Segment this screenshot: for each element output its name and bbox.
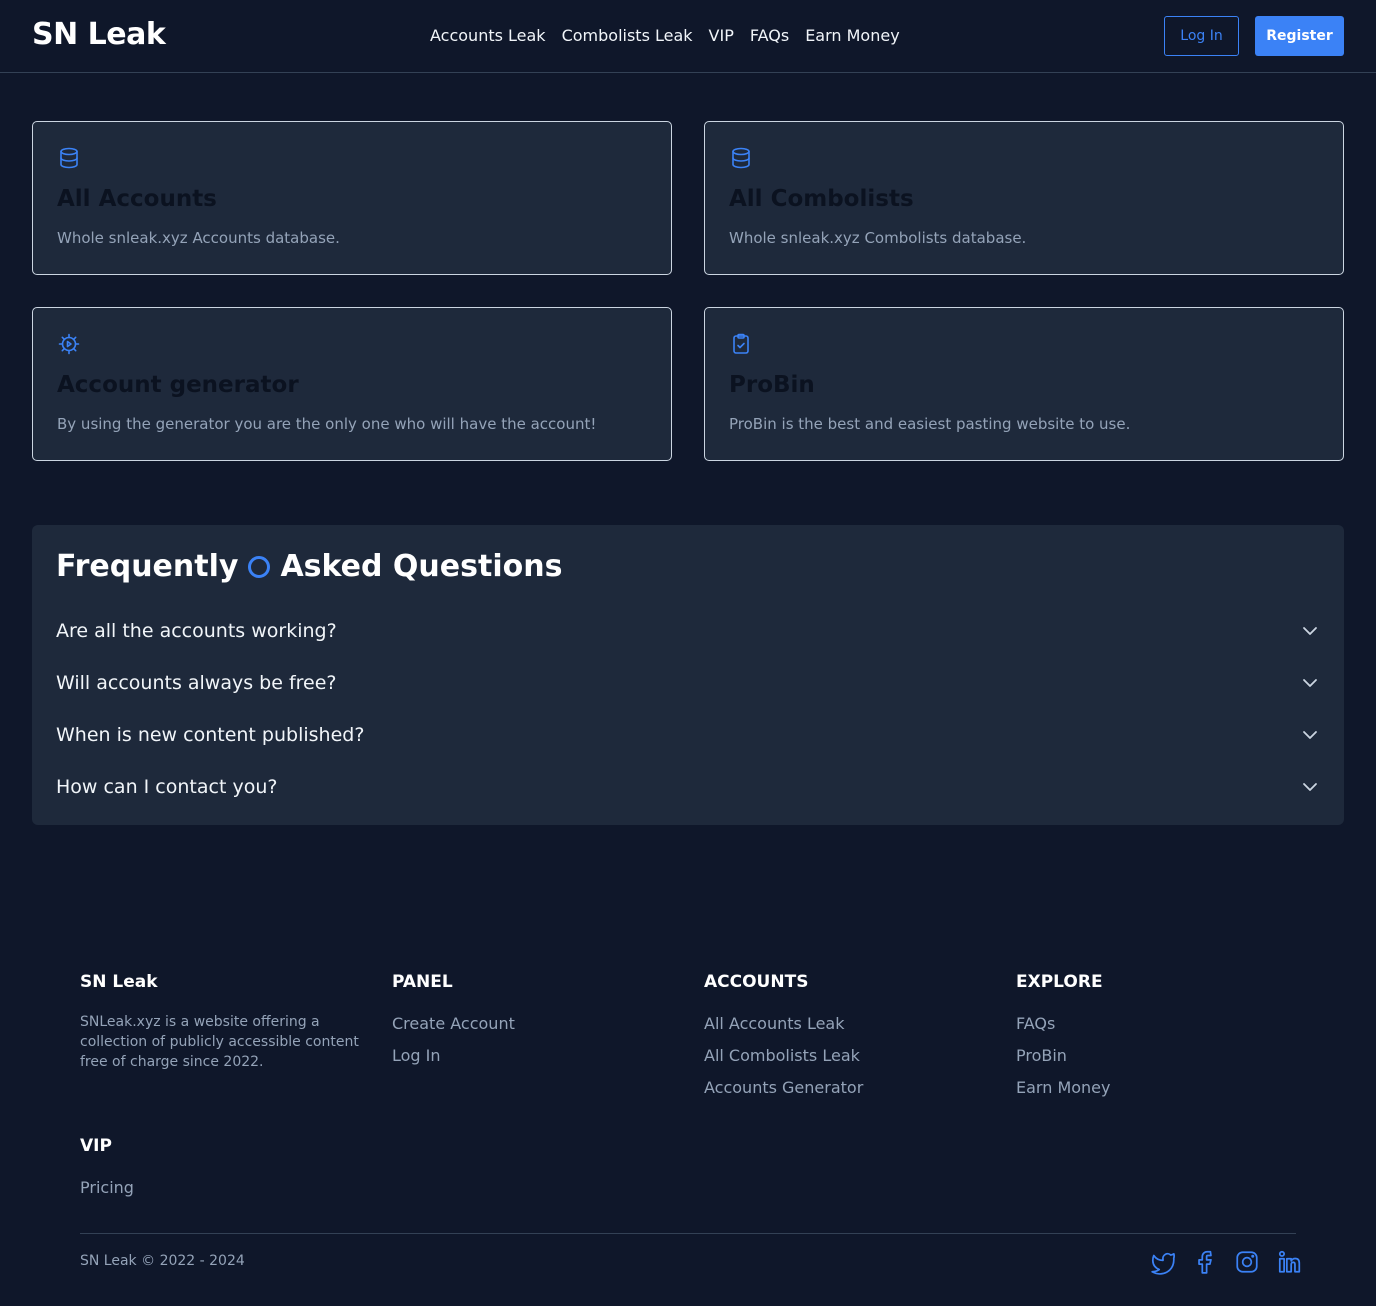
faq-question: When is new content published? xyxy=(56,724,365,746)
facebook-icon[interactable] xyxy=(1192,1249,1218,1275)
faq-item[interactable]: Are all the accounts working? xyxy=(56,613,1320,649)
nav-faqs[interactable]: FAQs xyxy=(750,26,789,45)
linkedin-icon[interactable] xyxy=(1276,1249,1302,1275)
database-icon xyxy=(57,146,81,170)
faq-item[interactable]: Will accounts always be free? xyxy=(56,665,1320,701)
copyright: SN Leak © 2022 - 2024 xyxy=(80,1253,245,1269)
faq-question: How can I contact you? xyxy=(56,776,278,798)
faq-question: Will accounts always be free? xyxy=(56,672,337,694)
card-all-accounts[interactable]: All Accounts Whole snleak.xyz Accounts d… xyxy=(32,121,672,275)
footer-brand: SN Leak SNLeak.xyz is a website offering… xyxy=(80,972,370,1072)
chevron-down-icon[interactable] xyxy=(1300,673,1320,693)
faq-title-part2: Asked Questions xyxy=(280,549,563,584)
card-title: ProBin xyxy=(729,372,815,398)
footer-divider xyxy=(80,1233,1296,1234)
login-button[interactable]: Log In xyxy=(1164,16,1239,56)
database-icon xyxy=(729,146,753,170)
card-title: Account generator xyxy=(57,372,299,398)
footer-link-earn-money[interactable]: Earn Money xyxy=(1016,1072,1110,1104)
instagram-icon[interactable] xyxy=(1234,1249,1260,1275)
card-description: ProBin is the best and easiest pasting w… xyxy=(729,415,1131,433)
faq-item[interactable]: When is new content published? xyxy=(56,717,1320,753)
site-logo[interactable]: SN Leak xyxy=(32,17,166,52)
site-header: SN Leak Accounts Leak Combolists Leak VI… xyxy=(0,0,1376,73)
card-account-generator[interactable]: Account generator By using the generator… xyxy=(32,307,672,461)
footer-vip-heading: VIP xyxy=(80,1136,112,1156)
footer-accounts: ACCOUNTS All Accounts Leak All Combolist… xyxy=(704,972,863,1104)
footer-link-log-in[interactable]: Log In xyxy=(392,1040,515,1072)
chevron-down-icon[interactable] xyxy=(1300,725,1320,745)
nav-accounts-leak[interactable]: Accounts Leak xyxy=(430,26,546,45)
faq-question: Are all the accounts working? xyxy=(56,620,337,642)
card-all-combolists[interactable]: All Combolists Whole snleak.xyz Combolis… xyxy=(704,121,1344,275)
footer-explore-heading: EXPLORE xyxy=(1016,972,1103,992)
footer-link-probin[interactable]: ProBin xyxy=(1016,1040,1110,1072)
faq-title-part1: Frequently xyxy=(56,549,239,584)
footer-vip: VIP Pricing xyxy=(80,1136,134,1204)
footer-link-pricing[interactable]: Pricing xyxy=(80,1172,134,1204)
circle-icon xyxy=(248,555,271,578)
chevron-down-icon[interactable] xyxy=(1300,777,1320,797)
footer-link-create-account[interactable]: Create Account xyxy=(392,1008,515,1040)
card-title: All Accounts xyxy=(57,186,217,212)
footer-brand-heading: SN Leak xyxy=(80,972,158,992)
footer-link-accounts-generator[interactable]: Accounts Generator xyxy=(704,1072,863,1104)
nav-vip[interactable]: VIP xyxy=(709,26,734,45)
nav-combolists-leak[interactable]: Combolists Leak xyxy=(562,26,693,45)
nav-earn-money[interactable]: Earn Money xyxy=(805,26,899,45)
footer-explore: EXPLORE FAQs ProBin Earn Money xyxy=(1016,972,1110,1104)
chevron-down-icon[interactable] xyxy=(1300,621,1320,641)
footer-panel: PANEL Create Account Log In xyxy=(392,972,515,1072)
footer-accounts-heading: ACCOUNTS xyxy=(704,972,809,992)
faq-title: Frequently Asked Questions xyxy=(56,549,562,584)
footer-link-all-accounts-leak[interactable]: All Accounts Leak xyxy=(704,1008,863,1040)
card-description: By using the generator you are the only … xyxy=(57,415,597,433)
gear-icon xyxy=(57,332,81,356)
footer-link-faqs[interactable]: FAQs xyxy=(1016,1008,1110,1040)
faq-item[interactable]: How can I contact you? xyxy=(56,769,1320,805)
faq-section: Frequently Asked Questions Are all the a… xyxy=(32,525,1344,825)
card-description: Whole snleak.xyz Combolists database. xyxy=(729,229,1027,247)
social-links xyxy=(1150,1249,1302,1275)
main-nav: Accounts Leak Combolists Leak VIP FAQs E… xyxy=(430,26,900,45)
footer-link-all-combolists-leak[interactable]: All Combolists Leak xyxy=(704,1040,863,1072)
footer-panel-heading: PANEL xyxy=(392,972,453,992)
card-description: Whole snleak.xyz Accounts database. xyxy=(57,229,340,247)
twitter-icon[interactable] xyxy=(1150,1249,1176,1275)
clipboard-check-icon xyxy=(729,332,753,356)
footer-brand-text: SNLeak.xyz is a website offering a colle… xyxy=(80,1014,359,1070)
card-probin[interactable]: ProBin ProBin is the best and easiest pa… xyxy=(704,307,1344,461)
card-title: All Combolists xyxy=(729,186,914,212)
register-button[interactable]: Register xyxy=(1255,16,1344,56)
